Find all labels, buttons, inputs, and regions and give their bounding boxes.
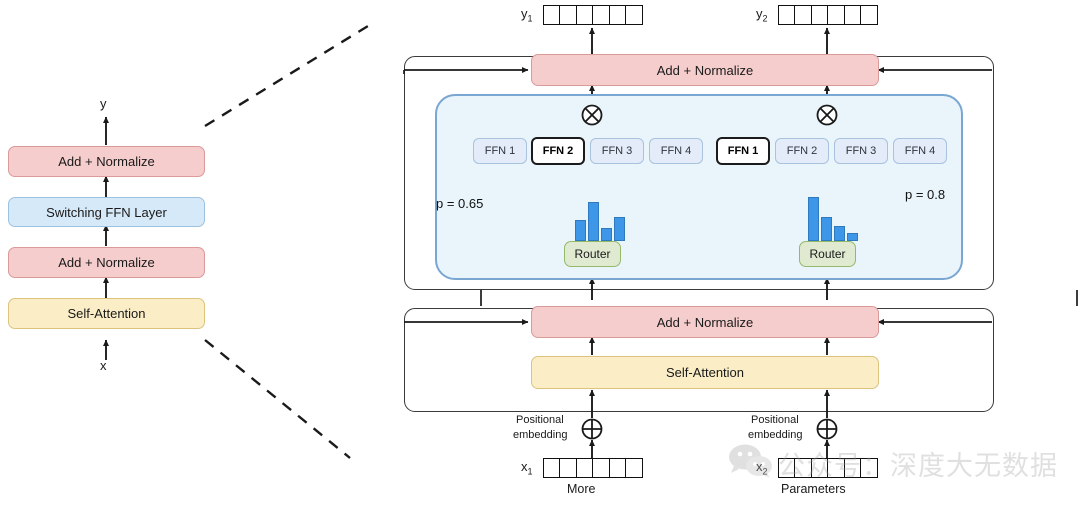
x2-cell-3 [827, 458, 846, 478]
y2-token-boxes [778, 5, 879, 25]
y2-cell-1 [794, 5, 813, 25]
x2-sub: 2 [762, 466, 768, 477]
x2-cell-2 [810, 458, 829, 478]
y1-cell-1 [559, 5, 578, 25]
router1-bar-2 [601, 228, 612, 241]
y1-cell-2 [575, 5, 594, 25]
right-add-normalize-bottom: Add + Normalize [531, 306, 879, 338]
left-self-attention-label: Self-Attention [67, 306, 146, 321]
left-self-attention: Self-Attention [8, 298, 205, 329]
router2-bar-1 [821, 217, 832, 241]
x2-word: Parameters [781, 482, 846, 496]
y2-cell-2 [810, 5, 829, 25]
router1-bar-0 [575, 220, 586, 241]
router2-bar-3 [847, 233, 858, 241]
y1-token-boxes [543, 5, 644, 25]
right-self-attention-label: Self-Attention [665, 365, 745, 380]
positional-embedding-1-line1: Positional [516, 414, 564, 426]
expert2-ffn-4-label: FFN 4 [904, 145, 936, 157]
left-add-normalize-2-label: Add + Normalize [58, 154, 155, 169]
y2-cell-0 [778, 5, 796, 25]
y1-cell-5 [625, 5, 644, 25]
left-output-label: y [100, 96, 107, 111]
expert1-ffn-3-label: FFN 3 [601, 145, 633, 157]
y1-cell-3 [592, 5, 611, 25]
x1-cell-3 [592, 458, 611, 478]
router-2-distribution [808, 197, 860, 241]
expert1-ffn-2-label: FFN 2 [542, 145, 574, 157]
router2-bar-2 [834, 226, 845, 241]
expert2-ffn-1-selected[interactable]: FFN 1 [716, 137, 770, 165]
router-2[interactable]: Router [799, 241, 856, 267]
y2-cell-5 [860, 5, 879, 25]
expert1-ffn-3[interactable]: FFN 3 [590, 138, 644, 164]
right-add-normalize-top-label: Add + Normalize [656, 62, 754, 78]
right-add-normalize-bottom-label: Add + Normalize [656, 314, 754, 330]
expert2-ffn-3-label: FFN 3 [845, 145, 877, 157]
left-switching-ffn-layer: Switching FFN Layer [8, 197, 205, 227]
expert2-ffn-3[interactable]: FFN 3 [834, 138, 888, 164]
router-1[interactable]: Router [564, 241, 621, 267]
x2-cell-0 [778, 458, 796, 478]
y1-cell-4 [608, 5, 627, 25]
expert2-ffn-2[interactable]: FFN 2 [775, 138, 829, 164]
y2-sub: 2 [762, 13, 768, 24]
y2-cell-3 [827, 5, 846, 25]
router1-bar-1 [588, 202, 599, 241]
expert1-ffn-4-label: FFN 4 [660, 145, 692, 157]
left-input-label: x [100, 358, 107, 373]
x1-label: x1 [521, 459, 533, 477]
positional-embedding-2-line2: embedding [748, 429, 803, 441]
x1-cell-2 [575, 458, 594, 478]
x1-word: More [567, 482, 596, 496]
x2-label: x2 [756, 459, 768, 477]
left-switching-ffn-layer-label: Switching FFN Layer [46, 204, 167, 220]
diagram-canvas: y x Add + Normalize Switching FFN Layer … [0, 0, 1080, 506]
router-2-label: Router [809, 247, 846, 261]
x1-cell-1 [559, 458, 578, 478]
y1-cell-0 [543, 5, 561, 25]
expert2-probability-label: p = 0.8 [905, 187, 946, 202]
router2-bar-0 [808, 197, 819, 241]
x1-cell-4 [608, 458, 627, 478]
expert1-probability-label: p = 0.65 [436, 196, 484, 211]
y2-label: y2 [756, 6, 768, 24]
router1-bar-3 [614, 217, 625, 241]
y1-sub: 1 [527, 13, 533, 24]
expert1-ffn-1[interactable]: FFN 1 [473, 138, 527, 164]
left-add-normalize-2: Add + Normalize [8, 146, 205, 177]
expert1-ffn-1-label: FFN 1 [484, 145, 516, 157]
y2-cell-4 [843, 5, 862, 25]
y1-label: y1 [521, 6, 533, 24]
left-add-normalize-1: Add + Normalize [8, 247, 205, 278]
positional-embedding-1-line2: embedding [513, 429, 568, 441]
expert1-ffn-2-selected[interactable]: FFN 2 [531, 137, 585, 165]
expert2-ffn-1-label: FFN 1 [727, 145, 759, 157]
router-1-label: Router [574, 247, 611, 261]
x2-cell-1 [794, 458, 813, 478]
x1-sub: 1 [527, 466, 533, 477]
x1-cell-5 [625, 458, 644, 478]
expert2-ffn-2-label: FFN 2 [786, 145, 818, 157]
x2-token-boxes [778, 458, 879, 478]
expert1-ffn-4[interactable]: FFN 4 [649, 138, 703, 164]
expert2-ffn-4[interactable]: FFN 4 [893, 138, 947, 164]
right-add-normalize-top: Add + Normalize [531, 54, 879, 86]
left-add-normalize-1-label: Add + Normalize [58, 255, 155, 270]
x1-token-boxes [543, 458, 644, 478]
x2-cell-5 [860, 458, 879, 478]
right-self-attention: Self-Attention [531, 356, 879, 389]
router-1-distribution [575, 200, 627, 241]
x2-cell-4 [843, 458, 862, 478]
positional-embedding-2-line1: Positional [751, 414, 799, 426]
x1-cell-0 [543, 458, 561, 478]
